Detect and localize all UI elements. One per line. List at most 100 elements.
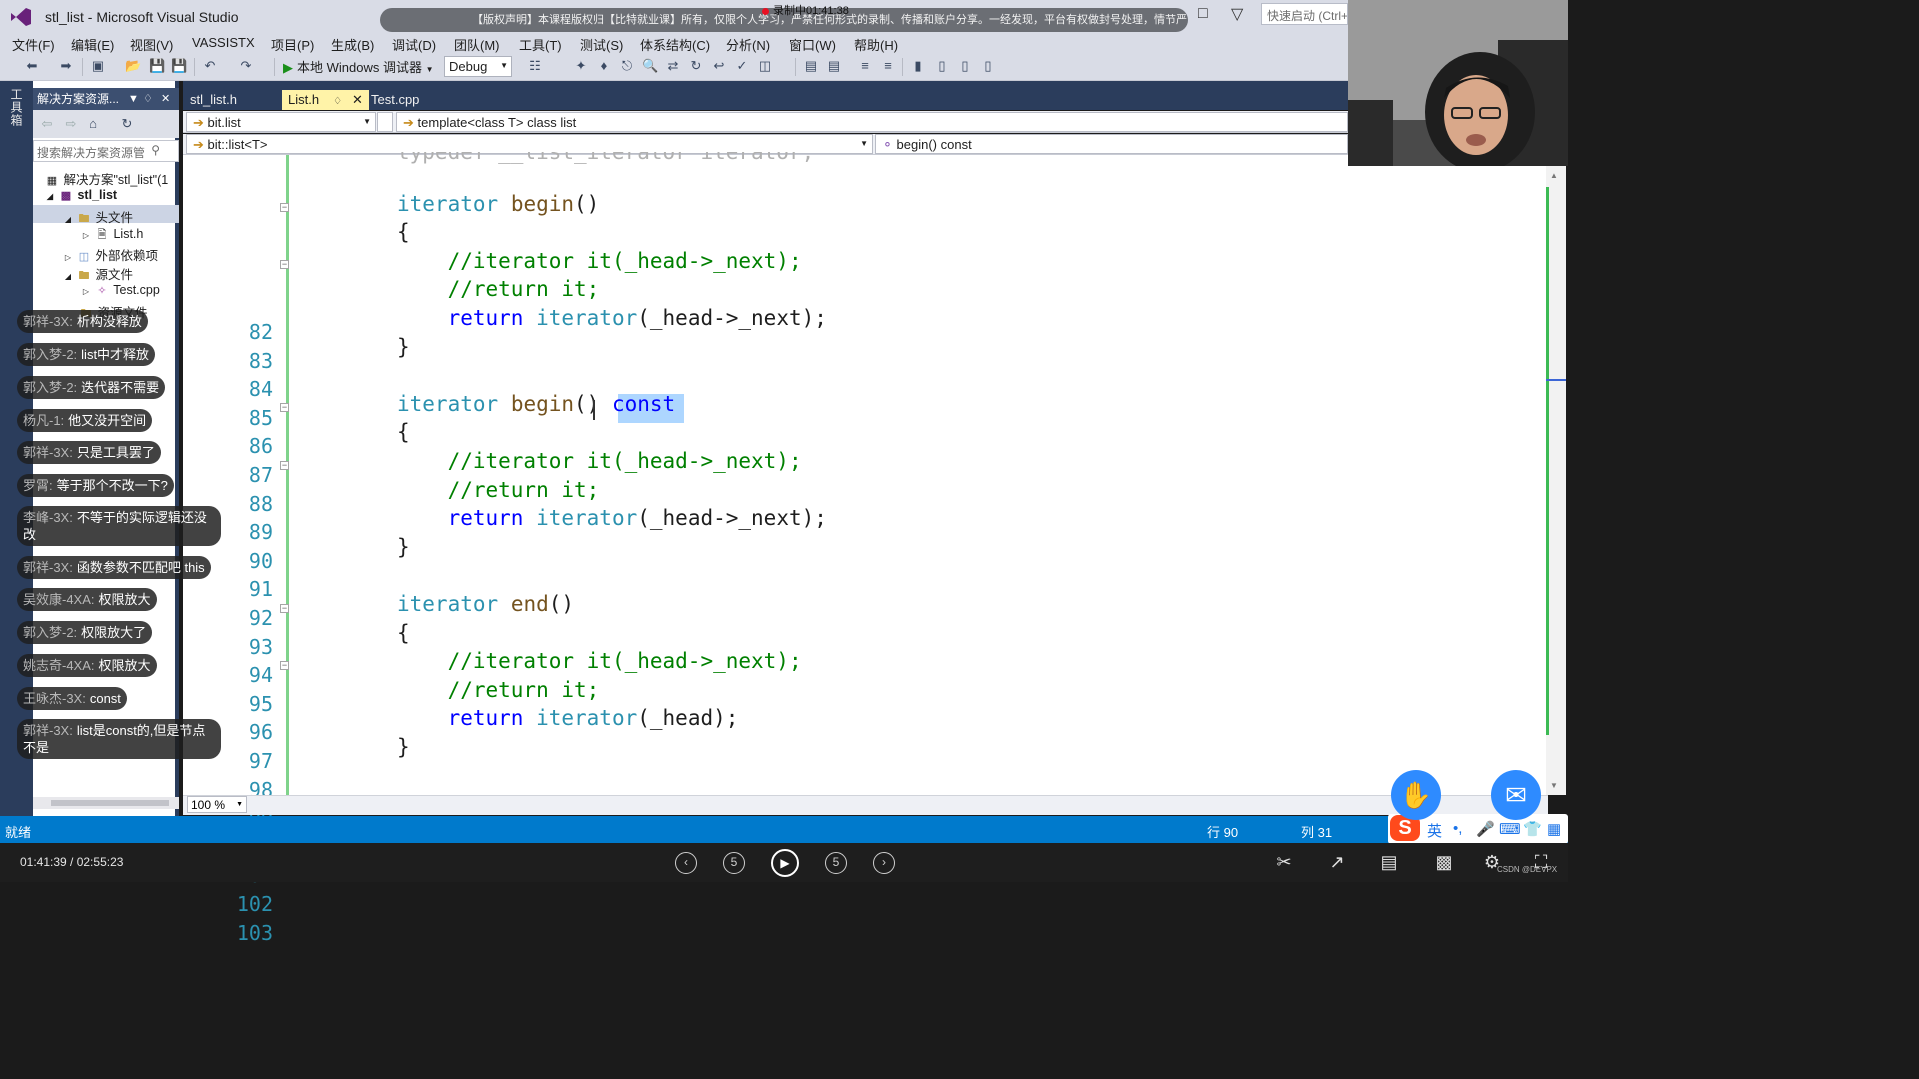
menu-view[interactable]: 视图(V): [130, 35, 173, 54]
solution-search-input[interactable]: 搜索解决方案资源管 ⚲: [33, 140, 179, 162]
save-icon[interactable]: 💾: [149, 58, 165, 74]
start-debugging-button[interactable]: ▶ 本地 Windows 调试器 ▼: [283, 57, 434, 76]
comment-icon[interactable]: ▤: [803, 58, 819, 74]
redo-icon[interactable]: ↷: [238, 58, 254, 74]
chat-author: 郭祥-3X:: [23, 723, 73, 738]
menu-file[interactable]: 文件(F): [12, 35, 55, 54]
editor-vscrollbar[interactable]: ▲ ▼: [1546, 165, 1566, 795]
rewind-5-button[interactable]: 5: [723, 852, 745, 874]
solution-config-select[interactable]: Debug ▼: [444, 56, 512, 77]
bookmark-prev-icon[interactable]: ▯: [934, 58, 950, 74]
previous-icon[interactable]: ‹: [675, 852, 697, 874]
menu-debug[interactable]: 调试(D): [392, 35, 436, 54]
split-spinner[interactable]: [377, 112, 393, 132]
type-dropdown[interactable]: ➔ bit::list<T> ▼: [186, 134, 873, 154]
menu-test[interactable]: 测试(S): [580, 35, 623, 54]
tab-test-cpp[interactable]: Test.cpp: [365, 90, 425, 110]
vax-icon-1[interactable]: ✦: [573, 58, 589, 74]
close-tab-icon[interactable]: ✕: [352, 92, 363, 107]
zoom-select[interactable]: 100 % ▼: [187, 796, 247, 813]
share-icon[interactable]: ↗: [1326, 852, 1348, 874]
menu-vassistx[interactable]: VASSISTX: [192, 35, 255, 50]
forward-icon[interactable]: ⇨: [63, 116, 79, 132]
fold-toggle[interactable]: −: [280, 661, 289, 670]
vax-icon-2[interactable]: ♦: [596, 58, 612, 74]
bookmark-clear-icon[interactable]: ▯: [980, 58, 996, 74]
vax-icon-3[interactable]: ⎋: [619, 58, 635, 74]
play-button[interactable]: ▶: [771, 849, 799, 877]
undo-icon[interactable]: ↶: [202, 58, 218, 74]
pip-icon[interactable]: ▩: [1433, 852, 1455, 874]
vax-open-icon[interactable]: ◫: [757, 58, 773, 74]
fold-toggle[interactable]: −: [280, 203, 289, 212]
menu-edit[interactable]: 编辑(E): [71, 35, 114, 54]
tree-item-solution[interactable]: ▦ 解决方案"stl_list"(1: [44, 169, 168, 188]
tab-stl-list-h[interactable]: stl_list.h: [184, 90, 243, 110]
fold-toggle[interactable]: −: [280, 461, 289, 470]
punctuation-icon[interactable]: •,: [1453, 820, 1462, 837]
quick-launch-input[interactable]: 快速启动 (Ctrl+Q): [1261, 3, 1348, 25]
open-file-icon[interactable]: 📂: [125, 58, 141, 74]
tree-item-test-cpp[interactable]: ▷ ✧ Test.cpp: [78, 283, 160, 297]
indent-icon[interactable]: ≡: [857, 58, 873, 74]
menu-project[interactable]: 项目(P): [271, 35, 314, 54]
vax-check-icon[interactable]: ✓: [734, 58, 750, 74]
menu-team[interactable]: 团队(M): [454, 35, 500, 54]
skin-icon[interactable]: 👕: [1523, 820, 1542, 838]
toolbox-icon[interactable]: ▦: [1547, 820, 1561, 838]
microphone-icon[interactable]: 🎤: [1476, 820, 1495, 838]
uncomment-icon[interactable]: ▤: [826, 58, 842, 74]
vax-goto-icon[interactable]: ↻: [688, 58, 704, 74]
vax-nav-icon[interactable]: ⇄: [665, 58, 681, 74]
solution-hscrollbar[interactable]: [33, 797, 179, 809]
danmaku-icon[interactable]: ▤: [1378, 852, 1400, 874]
back-icon[interactable]: ⇦: [39, 116, 55, 132]
outdent-icon[interactable]: ≡: [880, 58, 896, 74]
close-icon[interactable]: ✕: [161, 88, 170, 110]
tree-item-external-deps[interactable]: ▷ ◫ 外部依赖项: [60, 245, 158, 264]
next-icon[interactable]: ›: [873, 852, 895, 874]
menu-architecture[interactable]: 体系结构(C): [640, 35, 710, 54]
ime-language[interactable]: 英: [1427, 820, 1442, 841]
fold-toggle[interactable]: −: [280, 403, 289, 412]
menu-window[interactable]: 窗口(W): [789, 35, 836, 54]
vax-find-icon[interactable]: 🔍: [642, 58, 658, 74]
fold-toggle[interactable]: −: [280, 604, 289, 613]
clip-icon[interactable]: ✂: [1273, 852, 1295, 874]
member-dropdown[interactable]: ⚬ begin() const: [875, 134, 1348, 154]
forward-icon[interactable]: ➡: [58, 58, 74, 74]
filter-icon[interactable]: ▽: [1231, 4, 1251, 24]
code-line: {: [397, 621, 410, 645]
menu-tools[interactable]: 工具(T): [519, 35, 562, 54]
menu-build[interactable]: 生成(B): [331, 35, 374, 54]
tree-item-project[interactable]: ◢ ▩ stl_list: [42, 188, 117, 202]
code-editor[interactable]: [183, 155, 1548, 795]
code-line: //return it;: [397, 478, 600, 502]
keyboard-icon[interactable]: ⌨: [1499, 820, 1521, 838]
vax-refactor-icon[interactable]: ↩: [711, 58, 727, 74]
chat-button[interactable]: ✉: [1491, 770, 1541, 820]
find-icon[interactable]: ☷: [527, 58, 543, 74]
menu-help[interactable]: 帮助(H): [854, 35, 898, 54]
new-project-icon[interactable]: ▣: [90, 58, 106, 74]
toolbox-tab[interactable]: 工具箱: [7, 88, 25, 127]
fold-toggle[interactable]: −: [280, 260, 289, 269]
bookmark-next-icon[interactable]: ▯: [957, 58, 973, 74]
back-icon[interactable]: ⬅: [24, 58, 40, 74]
forward-5-button[interactable]: 5: [825, 852, 847, 874]
pin-icon[interactable]: ♢: [143, 88, 153, 110]
pin-icon[interactable]: ♢: [333, 96, 342, 107]
tree-item-list-h[interactable]: ▷ 🗎 List.h: [78, 226, 143, 245]
feedback-icon[interactable]: □: [1198, 5, 1218, 25]
bookmark-icon[interactable]: ▮: [910, 58, 926, 74]
sync-icon[interactable]: ↻: [119, 116, 135, 132]
home-icon[interactable]: ⌂: [85, 116, 101, 132]
class-dropdown[interactable]: ➔ template<class T> class list: [396, 112, 1348, 132]
save-all-icon[interactable]: 💾: [171, 58, 187, 74]
raise-hand-button[interactable]: ✋: [1391, 770, 1441, 820]
menu-analyze[interactable]: 分析(N): [726, 35, 770, 54]
line-number: 94: [248, 663, 273, 688]
tab-list-h[interactable]: List.h ♢ ✕: [282, 90, 369, 110]
panel-menu-icon[interactable]: ▼: [128, 88, 139, 110]
scope-dropdown[interactable]: ➔ bit.list ▼: [186, 112, 376, 132]
